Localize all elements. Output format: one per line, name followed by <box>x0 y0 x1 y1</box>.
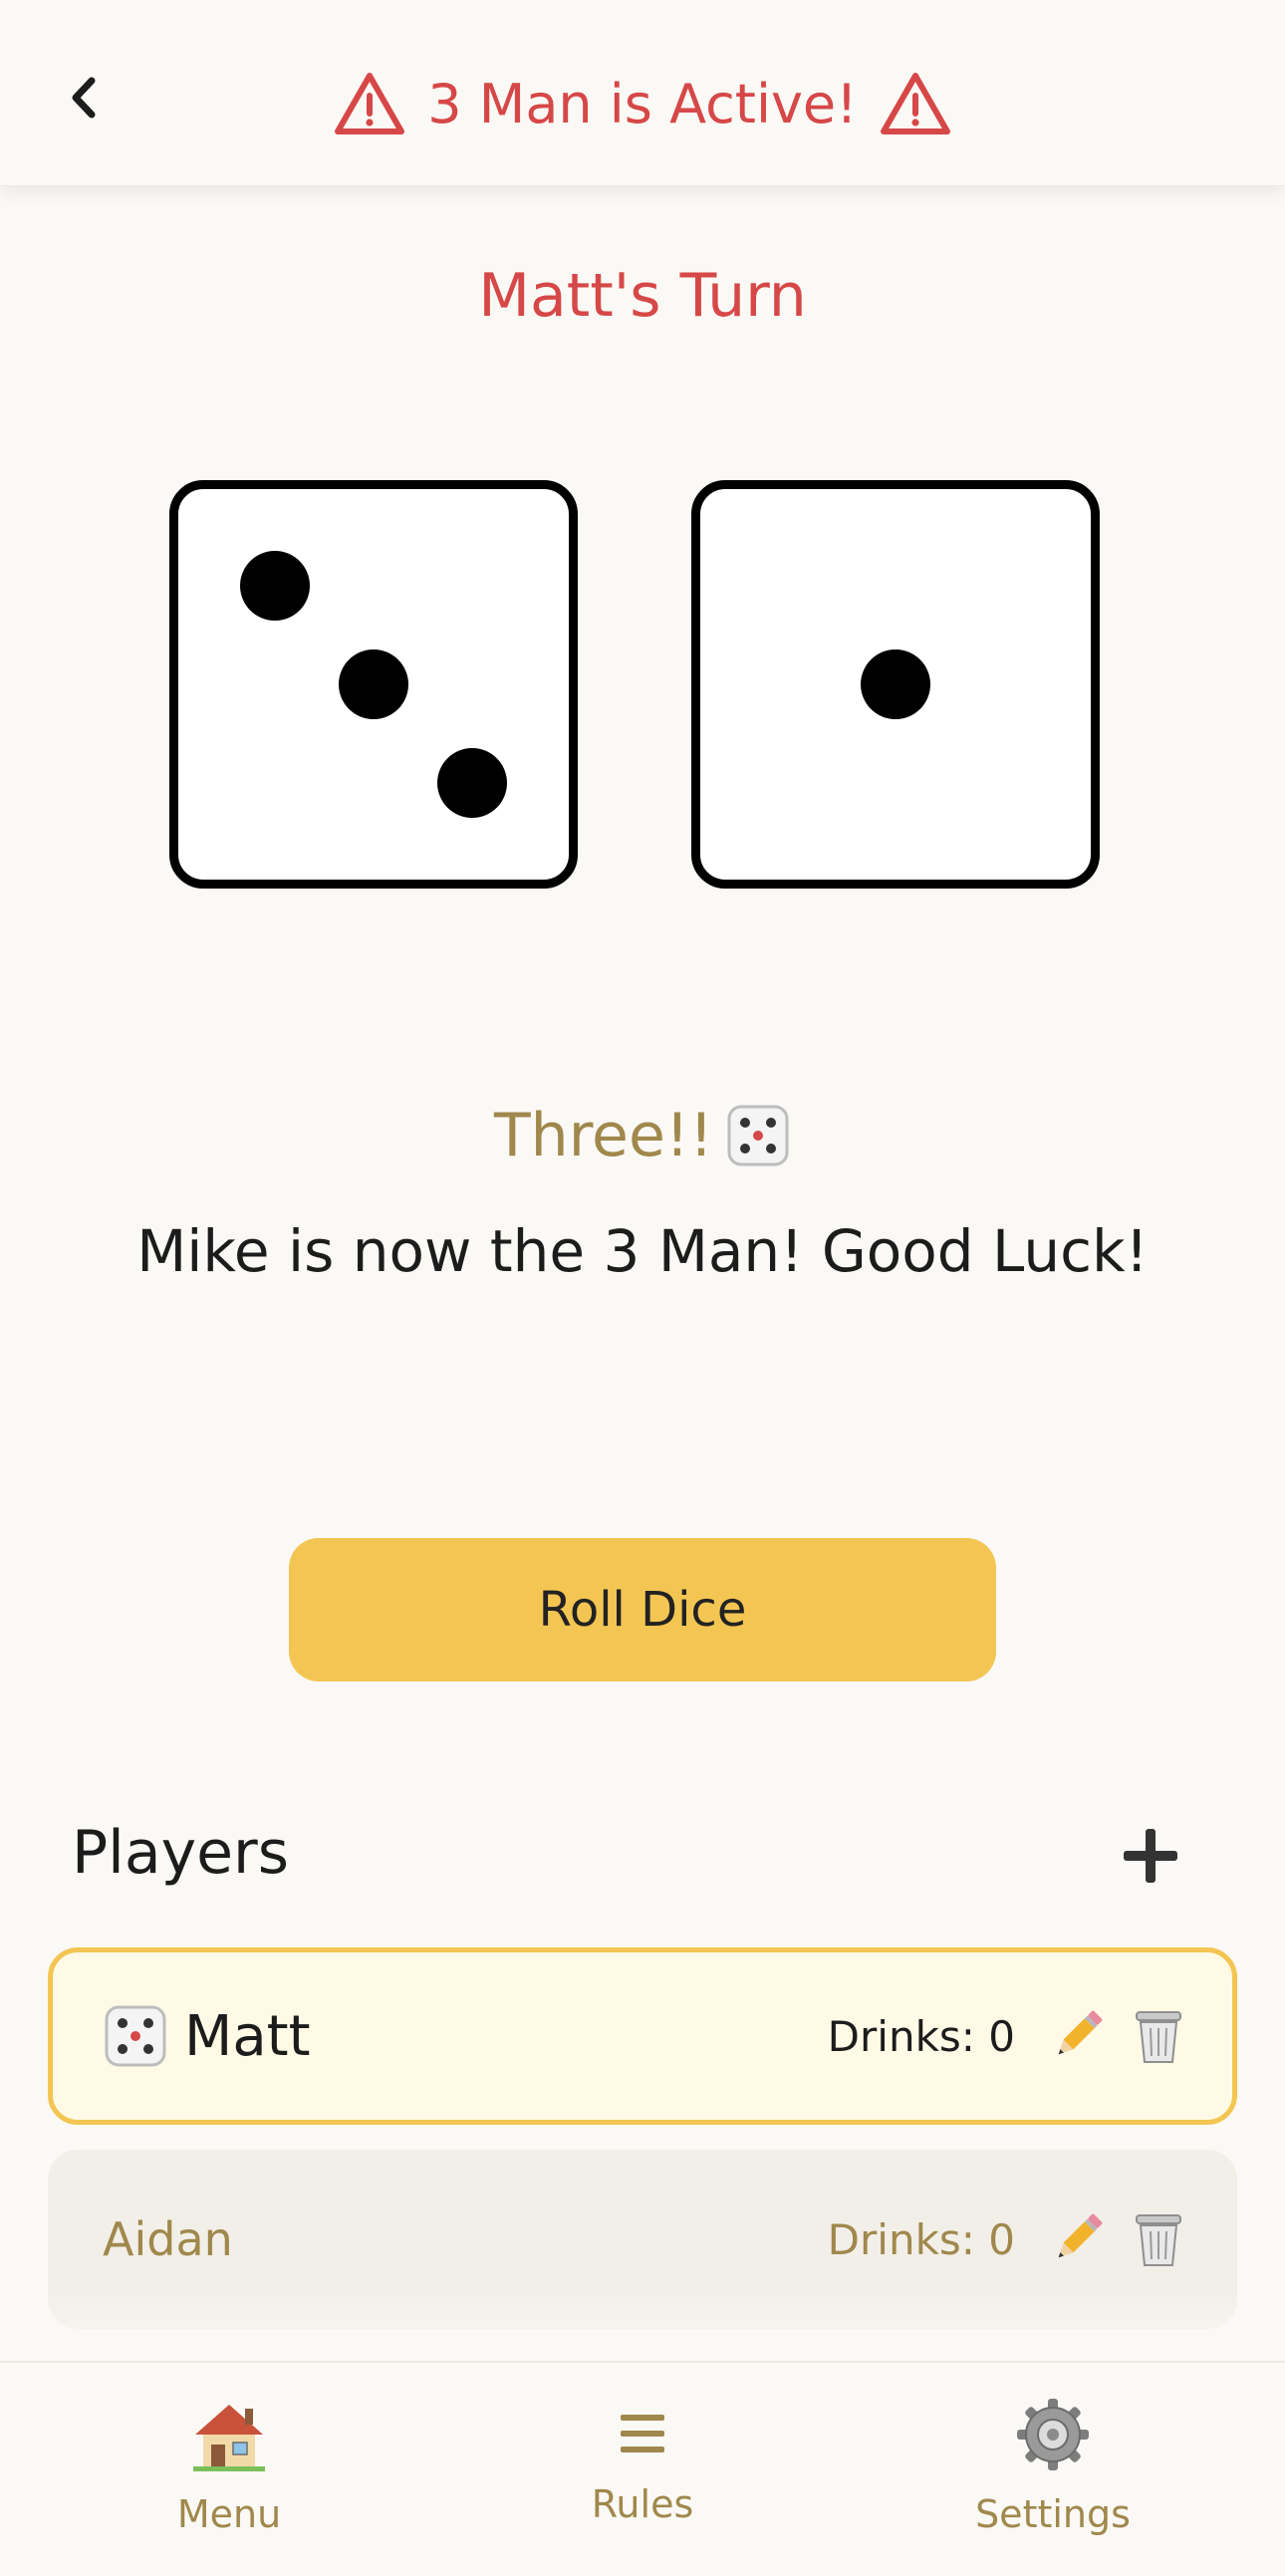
die-right <box>691 480 1100 889</box>
player-name: Matt <box>184 2003 311 2069</box>
die-left <box>169 480 578 889</box>
tab-label: Rules <box>591 2482 694 2526</box>
list-fade <box>0 2291 1285 2361</box>
warning-triangle-icon <box>880 73 950 134</box>
plus-icon[interactable] <box>1118 1823 1183 1889</box>
trash-icon[interactable] <box>1131 2006 1186 2066</box>
drinks-count: Drinks: 0 <box>827 2214 1015 2264</box>
tab-label: Settings <box>975 2492 1131 2536</box>
drinks-count: Drinks: 0 <box>827 2011 1015 2061</box>
list-icon <box>621 2415 664 2452</box>
result-heading: Three!! <box>0 1091 1285 1180</box>
result-title: Three!! <box>494 1101 713 1170</box>
tab-settings[interactable]: Settings <box>903 2363 1202 2576</box>
result-message: Mike is now the 3 Man! Good Luck! <box>136 1217 1149 1285</box>
players-heading: Players <box>72 1818 289 1888</box>
top-bar: 3 Man is Active! <box>0 0 1285 186</box>
tab-menu[interactable]: Menu <box>80 2363 379 2576</box>
dice-icon <box>727 1105 789 1166</box>
pencil-icon[interactable] <box>1049 2211 1105 2267</box>
die-pip <box>861 649 930 719</box>
tab-label: Menu <box>176 2492 282 2536</box>
roll-dice-button[interactable]: Roll Dice <box>289 1538 996 1681</box>
warning-triangle-icon <box>335 73 405 134</box>
player-row-matt[interactable]: Matt Drinks: 0 <box>48 1947 1237 2125</box>
trash-icon[interactable] <box>1131 2209 1186 2269</box>
page-title: 3 Man is Active! <box>427 72 858 135</box>
die-pip <box>339 649 408 719</box>
bottom-tab-bar: Menu Rules Settings <box>0 2361 1285 2576</box>
die-pip <box>437 748 507 818</box>
die-pip <box>240 551 310 621</box>
gear-icon <box>1017 2399 1089 2470</box>
pencil-icon[interactable] <box>1049 2008 1105 2064</box>
active-banner: 3 Man is Active! <box>0 64 1285 143</box>
dice-icon <box>105 2005 166 2067</box>
player-name: Aidan <box>103 2212 233 2266</box>
tab-rules[interactable]: Rules <box>493 2363 792 2576</box>
house-icon <box>193 2405 265 2471</box>
turn-label: Matt's Turn <box>478 261 807 331</box>
